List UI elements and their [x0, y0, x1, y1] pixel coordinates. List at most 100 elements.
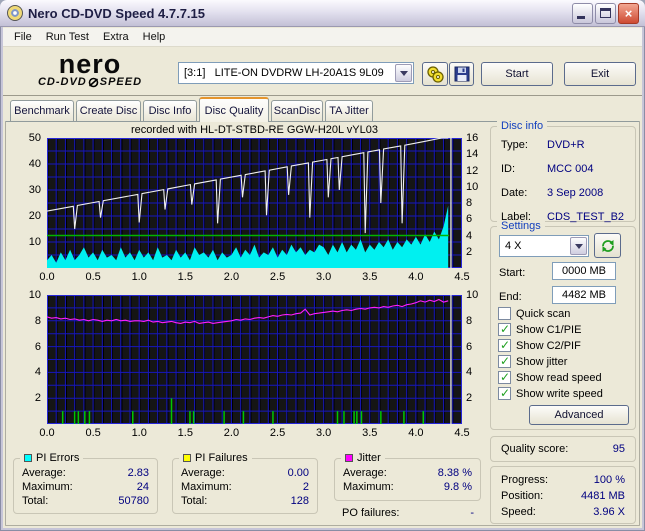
axis-tick-label: 2 [34, 392, 41, 405]
disc-id-value: MCC 004 [547, 163, 594, 175]
menu-file[interactable]: File [7, 29, 39, 45]
tab-ta-jitter[interactable]: TA Jitter [325, 100, 373, 121]
start-field[interactable]: 0000 MB [552, 262, 616, 280]
checkbox-icon [498, 370, 511, 384]
refresh-icon [601, 239, 614, 252]
stat-label: Maximum: [343, 481, 394, 493]
quality-chart-y-axis-right: 2 4 6 8 10 12 14 16 [463, 132, 489, 268]
caption-buttons: × [572, 3, 639, 24]
tab-disc-quality[interactable]: Disc Quality [199, 97, 269, 122]
menu-extra[interactable]: Extra [96, 29, 136, 45]
logo-speed-text: SPEED [99, 76, 143, 88]
save-button[interactable] [449, 62, 474, 86]
app-window: Nero CD-DVD Speed 4.7.7.15 × File Run Te… [0, 0, 645, 531]
checkbox-label: Show C1/PIE [516, 323, 582, 336]
axis-tick-label: 3.5 [362, 271, 378, 283]
scan-speed-select[interactable]: 4 X [499, 235, 589, 257]
disc-type-label: Type: [501, 139, 528, 151]
checkbox-label: Show read speed [516, 371, 602, 384]
checkbox-label: Quick scan [516, 307, 571, 320]
stat-label: Average: [22, 467, 66, 479]
stat-value: 128 [290, 495, 309, 507]
scan-speed-value: 4 X [505, 240, 522, 252]
app-disc-icon [7, 5, 23, 21]
axis-tick-label: 3.0 [316, 271, 332, 283]
minimize-button[interactable] [572, 3, 593, 24]
disc-date-value: 3 Sep 2008 [547, 187, 604, 199]
tab-create-disc[interactable]: Create Disc [76, 100, 141, 121]
options-button[interactable] [422, 62, 448, 86]
axis-tick-label: 10 [28, 236, 41, 248]
axis-tick-label: 2 [466, 392, 473, 405]
axis-tick-label: 3.5 [362, 427, 378, 439]
maximize-icon [600, 8, 611, 18]
nero-logo-subtext: CD-DVD SPEED [14, 76, 166, 88]
pi-errors-legend: PI Errors [20, 452, 84, 464]
axis-tick-label: 20 [28, 210, 41, 222]
exit-button[interactable]: Exit [564, 62, 636, 86]
checkbox-label: Show write speed [516, 387, 603, 400]
checkbox-icon [498, 386, 511, 400]
close-button[interactable]: × [618, 3, 639, 24]
axis-tick-label: 14 [466, 148, 479, 161]
axis-tick-label: 2.5 [269, 427, 286, 439]
checkbox-show-write-speed[interactable]: Show write speed [498, 386, 603, 400]
axis-tick-label: 12 [466, 164, 479, 177]
stat-value: 9.8 % [443, 481, 472, 493]
tab-benchmark[interactable]: Benchmark [10, 100, 74, 121]
axis-tick-label: 4 [466, 229, 473, 242]
axis-tick-label: 1.0 [131, 271, 147, 283]
axis-tick-label: 1.0 [131, 427, 147, 439]
advanced-button[interactable]: Advanced [529, 405, 629, 425]
drive-select-dropdown-button[interactable] [395, 64, 412, 82]
progress-label: Progress: [501, 474, 549, 486]
menu-run-test[interactable]: Run Test [39, 29, 96, 45]
scan-speed-dropdown-button[interactable] [570, 237, 587, 255]
axis-tick-label: 3.0 [316, 427, 332, 439]
disc-info-box: Disc info Type: DVD+R ID: MCC 004 Date: 3 S… [490, 120, 636, 223]
start-field-label: Start: [499, 267, 526, 279]
quality-chart-x-axis: 0.0 0.5 1.0 1.5 2.0 2.5 3.0 3.5 4.0 4.5 [39, 271, 469, 284]
drive-select[interactable]: [3:1] LITE-ON DVDRW LH-20A1S 9L09 [178, 62, 414, 84]
checkbox-show-jitter[interactable]: Show jitter [498, 354, 567, 368]
axis-tick-label: 0.0 [39, 427, 55, 439]
maximize-button[interactable] [595, 3, 616, 24]
axis-tick-label: 10 [466, 180, 479, 193]
title-bar[interactable]: Nero CD-DVD Speed 4.7.7.15 × [0, 0, 645, 27]
stat-label: Average: [181, 467, 225, 479]
nero-logo-text: nero [58, 49, 122, 79]
settings-box: Settings 4 X Start: 0000 MB End: 4482 MB… [490, 220, 636, 430]
start-button[interactable]: Start [481, 62, 553, 86]
jitter-chart-plot [46, 295, 462, 424]
axis-tick-label: 2.0 [223, 427, 240, 439]
quality-score-label: Quality score: [501, 443, 569, 455]
nero-logo: nero CD-DVD SPEED [14, 49, 166, 89]
speed-value: 3.96 X [593, 506, 625, 518]
tab-disc-info[interactable]: Disc Info [143, 100, 197, 121]
axis-tick-label: 50 [28, 132, 41, 144]
quality-chart-y-axis-left: 10 20 30 40 50 [6, 132, 44, 268]
axis-tick-label: 6 [466, 213, 473, 226]
checkbox-quick-scan[interactable]: Quick scan [498, 307, 570, 320]
checkbox-icon [498, 354, 511, 368]
refresh-button[interactable] [594, 233, 621, 258]
menu-help[interactable]: Help [136, 29, 173, 45]
checkbox-show-read-speed[interactable]: Show read speed [498, 370, 602, 384]
axis-tick-label: 4 [34, 366, 41, 379]
end-field[interactable]: 4482 MB [552, 286, 616, 304]
jitter-title: Jitter [357, 452, 381, 464]
minimize-icon [577, 16, 585, 19]
stat-value: 2.83 [127, 467, 149, 479]
disc-info-title: Disc info [497, 120, 548, 132]
tab-scandisc[interactable]: ScanDisc [271, 100, 323, 121]
checkbox-show-c1-pie[interactable]: Show C1/PIE [498, 322, 582, 336]
chart-canvas [46, 295, 462, 424]
chart-caption: recorded with HL-DT-STBD-RE GGW-H20L vYL… [131, 124, 378, 136]
jitter-chart-x-axis: 0.0 0.5 1.0 1.5 2.0 2.5 3.0 3.5 4.0 4.5 [39, 427, 469, 440]
pi-errors-color-swatch [24, 454, 32, 462]
axis-tick-label: 6 [466, 340, 473, 353]
axis-tick-label: 0.5 [85, 271, 101, 283]
progress-value: 100 % [593, 474, 625, 486]
checkbox-show-c2-pif[interactable]: Show C2/PIF [498, 338, 581, 352]
axis-tick-label: 40 [28, 158, 41, 170]
